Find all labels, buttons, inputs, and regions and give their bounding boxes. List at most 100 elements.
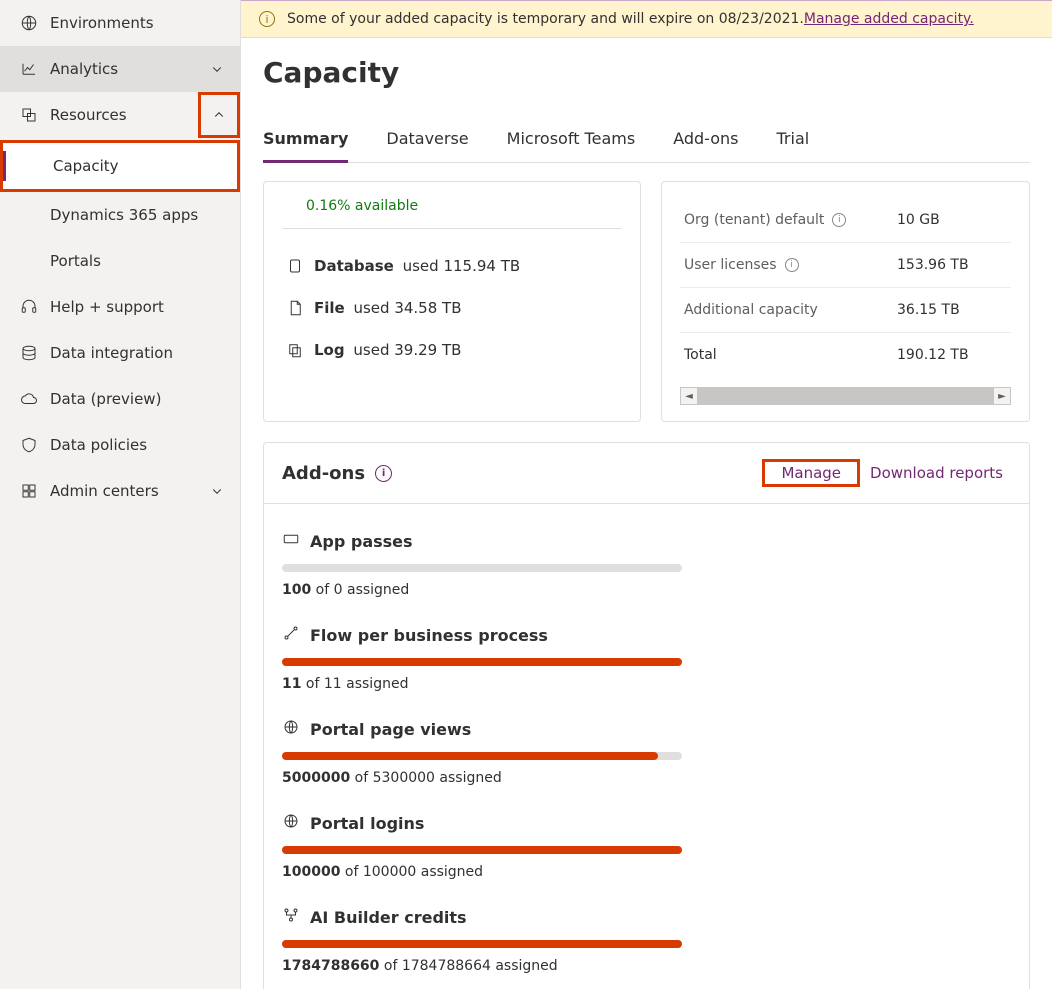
tab-trial[interactable]: Trial bbox=[777, 123, 810, 162]
info-icon[interactable]: i bbox=[375, 465, 392, 482]
addon-used: 100 bbox=[282, 582, 311, 598]
addon-ai-builder-credits: AI Builder credits 1784788660 of 1784788… bbox=[282, 890, 1011, 984]
sidebar-item-dynamics365[interactable]: Dynamics 365 apps bbox=[0, 192, 240, 238]
sidebar-item-resources[interactable]: Resources bbox=[0, 92, 240, 138]
sidebar-label: Capacity bbox=[53, 157, 119, 175]
addon-used: 100000 bbox=[282, 864, 340, 880]
addon-used: 5000000 bbox=[282, 770, 350, 786]
info-icon[interactable]: i bbox=[785, 258, 799, 272]
tab-bar: Summary Dataverse Microsoft Teams Add-on… bbox=[263, 123, 1030, 163]
sidebar-item-environments[interactable]: Environments bbox=[0, 0, 240, 46]
sidebar-item-data-policies[interactable]: Data policies bbox=[0, 422, 240, 468]
flow-icon bbox=[282, 624, 300, 646]
addon-total: of 100000 assigned bbox=[340, 864, 483, 880]
usage-row-file: File used 34.58 TB bbox=[282, 289, 622, 331]
addon-bar bbox=[282, 658, 682, 666]
sidebar-item-analytics[interactable]: Analytics bbox=[0, 46, 240, 92]
addon-portal-logins: Portal logins 100000 of 100000 assigned bbox=[282, 796, 1011, 890]
headset-icon bbox=[20, 298, 50, 316]
addon-flow-business-process: Flow per business process 11 of 11 assig… bbox=[282, 608, 1011, 702]
sources-row: Org (tenant) default i 10 GB bbox=[680, 198, 1011, 243]
usage-row-label: Log bbox=[314, 341, 345, 359]
highlight-resources-collapse bbox=[198, 92, 240, 138]
horizontal-scrollbar[interactable]: ◄ ► bbox=[680, 387, 1011, 405]
usage-row-label: File bbox=[314, 299, 345, 317]
usage-row-label: Database bbox=[314, 257, 394, 275]
sources-row-total: Total 190.12 TB bbox=[680, 333, 1011, 377]
data-integration-icon bbox=[20, 344, 50, 362]
sidebar-label: Analytics bbox=[50, 60, 118, 78]
globe-icon bbox=[20, 14, 50, 32]
addon-used: 11 bbox=[282, 676, 301, 692]
sources-row-value: 36.15 TB bbox=[897, 302, 1007, 318]
sidebar-label: Data integration bbox=[50, 344, 173, 362]
addon-bar bbox=[282, 846, 682, 854]
shield-icon bbox=[20, 436, 50, 454]
divider bbox=[282, 228, 622, 229]
banner-link[interactable]: Manage added capacity. bbox=[804, 11, 974, 27]
highlight-capacity-item: Capacity bbox=[0, 140, 240, 192]
usage-row-value: used 39.29 TB bbox=[353, 341, 461, 359]
sidebar-item-portals[interactable]: Portals bbox=[0, 238, 240, 284]
sources-row-value: 153.96 TB bbox=[897, 257, 1007, 273]
manage-button[interactable]: Manage bbox=[773, 460, 849, 486]
available-text: 0.16% available bbox=[306, 198, 622, 214]
sources-row: User licenses i 153.96 TB bbox=[680, 243, 1011, 288]
log-icon bbox=[286, 341, 304, 359]
storage-usage-card: 0.16% available Database used 115.94 TB … bbox=[263, 181, 641, 422]
sources-row-label: Total bbox=[684, 347, 717, 363]
sidebar-item-data-preview[interactable]: Data (preview) bbox=[0, 376, 240, 422]
sidebar-item-admin-centers[interactable]: Admin centers bbox=[0, 468, 240, 514]
app-pass-icon bbox=[282, 530, 300, 552]
addon-name: Flow per business process bbox=[310, 626, 548, 645]
sources-row-label: Org (tenant) default bbox=[684, 212, 824, 228]
addon-name: App passes bbox=[310, 532, 413, 551]
addon-portal-page-views: Portal page views 5000000 of 5300000 ass… bbox=[282, 702, 1011, 796]
addon-total: of 0 assigned bbox=[311, 582, 409, 598]
capacity-sources-card: Org (tenant) default i 10 GB User licens… bbox=[661, 181, 1030, 422]
resources-icon bbox=[20, 106, 50, 124]
addons-title-text: Add-ons bbox=[282, 463, 365, 484]
highlight-manage-button: Manage bbox=[762, 459, 860, 487]
sidebar-label: Admin centers bbox=[50, 482, 159, 500]
addon-name: Portal page views bbox=[310, 720, 471, 739]
scroll-right-arrow-icon[interactable]: ► bbox=[993, 387, 1011, 405]
addons-card: Add-ons i Manage Download reports App pa… bbox=[263, 442, 1030, 989]
scroll-left-arrow-icon[interactable]: ◄ bbox=[680, 387, 698, 405]
chevron-up-icon bbox=[210, 106, 228, 124]
usage-row-log: Log used 39.29 TB bbox=[282, 331, 622, 373]
info-icon[interactable]: i bbox=[832, 213, 846, 227]
tab-summary[interactable]: Summary bbox=[263, 123, 348, 162]
ai-icon bbox=[282, 906, 300, 928]
globe-icon bbox=[282, 718, 300, 740]
addons-title: Add-ons i bbox=[282, 463, 392, 484]
usage-row-value: used 34.58 TB bbox=[353, 299, 461, 317]
tab-dataverse[interactable]: Dataverse bbox=[386, 123, 468, 162]
download-reports-button[interactable]: Download reports bbox=[862, 460, 1011, 486]
scroll-track[interactable] bbox=[698, 387, 993, 405]
sidebar-label: Data policies bbox=[50, 436, 147, 454]
sources-row-value: 190.12 TB bbox=[897, 347, 1007, 363]
usage-row-database: Database used 115.94 TB bbox=[282, 247, 622, 289]
admin-centers-icon bbox=[20, 482, 50, 500]
sidebar-label: Resources bbox=[50, 106, 127, 124]
tab-addons[interactable]: Add-ons bbox=[673, 123, 738, 162]
sidebar-label: Help + support bbox=[50, 298, 164, 316]
sidebar-item-data-integration[interactable]: Data integration bbox=[0, 330, 240, 376]
sources-row: Additional capacity 36.15 TB bbox=[680, 288, 1011, 333]
sidebar-label: Dynamics 365 apps bbox=[50, 206, 198, 224]
addon-total: of 5300000 assigned bbox=[350, 770, 502, 786]
tab-microsoft-teams[interactable]: Microsoft Teams bbox=[507, 123, 636, 162]
sidebar-label: Portals bbox=[50, 252, 101, 270]
addon-total: of 11 assigned bbox=[301, 676, 408, 692]
addon-bar bbox=[282, 752, 682, 760]
addon-caption: 1784788660 of 1784788664 assigned bbox=[282, 958, 1011, 974]
addon-total: of 1784788664 assigned bbox=[379, 958, 557, 974]
sidebar-item-help-support[interactable]: Help + support bbox=[0, 284, 240, 330]
usage-row-value: used 115.94 TB bbox=[403, 257, 521, 275]
addon-caption: 11 of 11 assigned bbox=[282, 676, 1011, 692]
chevron-down-icon bbox=[208, 482, 226, 500]
sidebar-item-capacity[interactable]: Capacity bbox=[3, 143, 237, 189]
sources-row-label: User licenses bbox=[684, 257, 777, 273]
info-banner: i Some of your added capacity is tempora… bbox=[241, 1, 1052, 38]
